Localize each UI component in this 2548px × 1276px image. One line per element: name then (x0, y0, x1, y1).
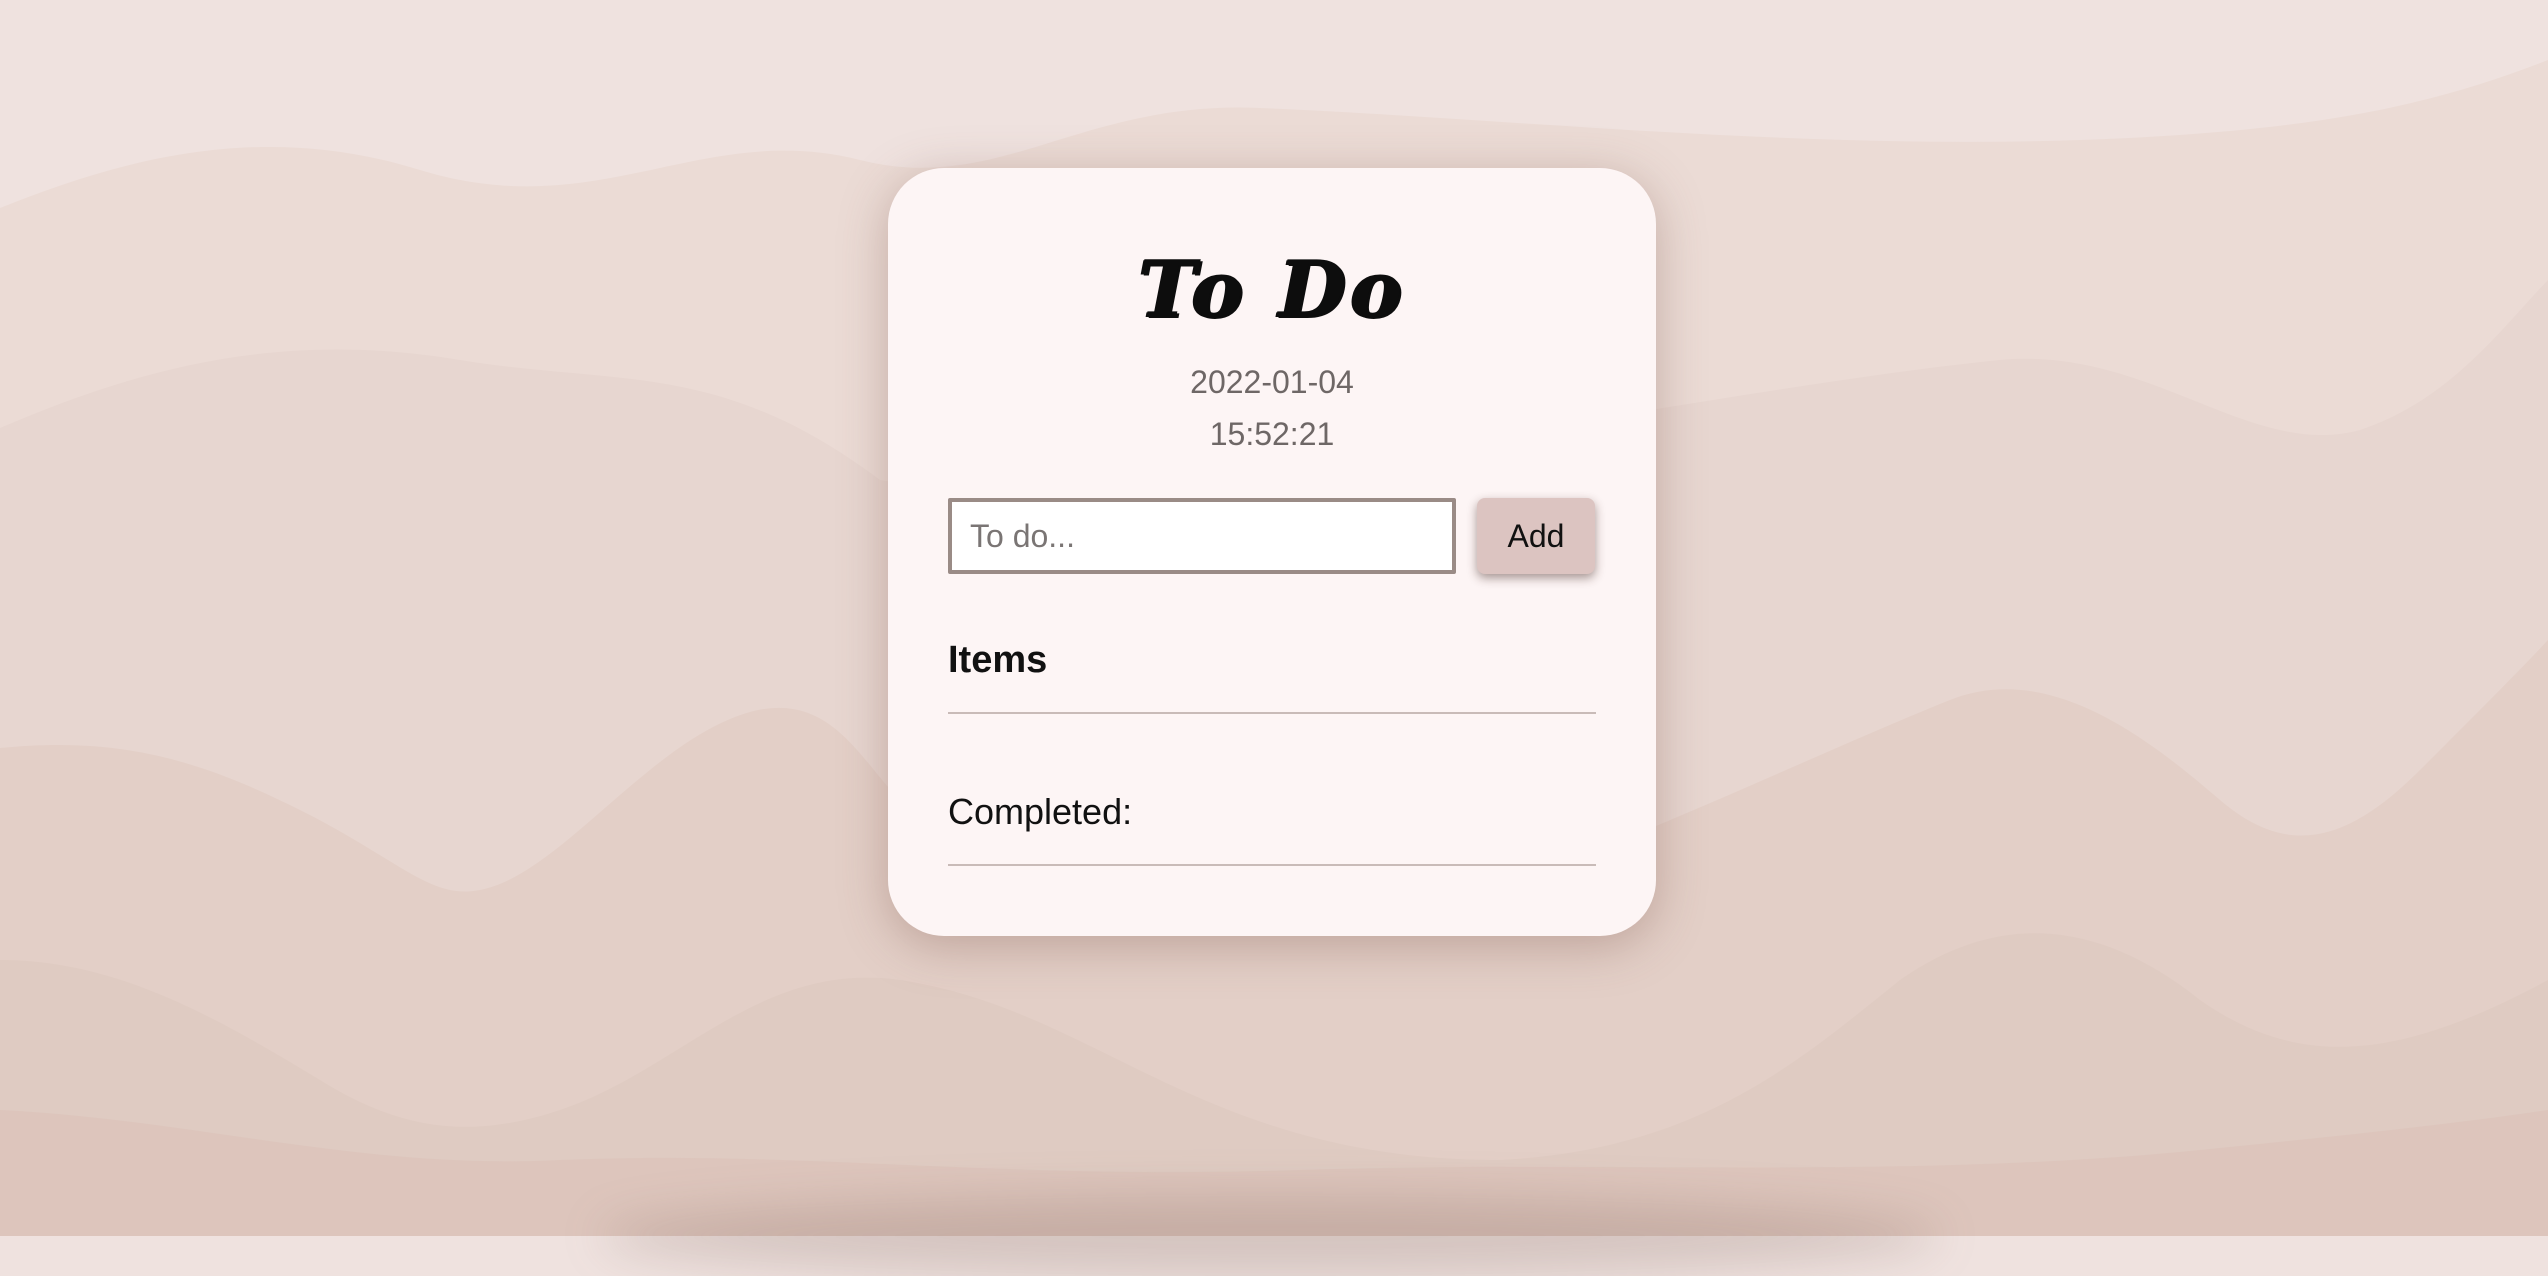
bottom-shadow (600, 1196, 1940, 1276)
current-time: 15:52:21 (1209, 416, 1335, 452)
todo-card: To Do 2022-01-04 15:52:21 Add Items Comp… (888, 168, 1656, 936)
todo-input[interactable] (948, 498, 1456, 574)
current-date: 2022-01-04 (1190, 364, 1354, 400)
completed-divider (948, 864, 1596, 866)
items-heading: Items (948, 639, 1048, 681)
app-title: To Do (1138, 244, 1406, 335)
add-button[interactable]: Add (1477, 498, 1595, 574)
items-divider (948, 712, 1596, 714)
completed-heading: Completed: (948, 791, 1133, 832)
